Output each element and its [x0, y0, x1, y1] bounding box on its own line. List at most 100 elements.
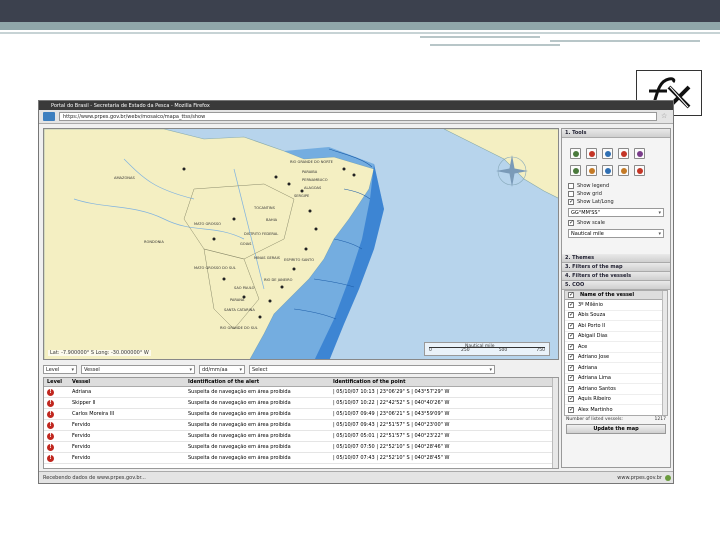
map-option[interactable]: Show legend — [562, 182, 670, 190]
option-label: Show legend — [577, 183, 610, 189]
vessel-list-item[interactable]: Adriano Santos — [565, 384, 667, 395]
status-bar: Recebendo dados de www.prpes.gov.br... w… — [39, 471, 673, 483]
update-map-button[interactable]: Update the map — [566, 424, 666, 434]
cell-vessel: Fervido — [72, 422, 91, 428]
vessel-checkbox[interactable] — [568, 301, 574, 308]
vessel-name: Abi Porto II — [578, 322, 606, 329]
map-tool-icon[interactable] — [586, 165, 597, 176]
vessel-checkbox[interactable] — [568, 395, 574, 403]
select-all-checkbox[interactable] — [568, 291, 574, 298]
section-vessel-filters[interactable]: 4. Filters of the vessels — [562, 272, 670, 281]
vessel-checkbox[interactable] — [568, 322, 574, 329]
col-alert[interactable]: Identification of the alert — [184, 379, 329, 385]
col-vessel[interactable]: Vessel — [68, 379, 184, 385]
cell-vessel: Fervido — [72, 455, 91, 461]
scale-tick: 750 — [536, 348, 545, 353]
vessel-list-scrollbar[interactable] — [662, 291, 667, 415]
cell-alert: Suspeita de navegação em área proibida — [188, 400, 291, 406]
vessel-checkbox[interactable] — [568, 364, 574, 371]
vessel-checkbox[interactable] — [568, 385, 574, 392]
cell-alert: Suspeita de navegação em área proibida — [188, 389, 291, 395]
alert-level-icon: ! — [47, 443, 54, 451]
vessel-name: Abis Souza — [578, 312, 606, 319]
vessel-checkbox[interactable] — [568, 311, 574, 319]
scale-unit-select[interactable]: Nautical mile — [568, 229, 664, 238]
scale-tick: 250 — [460, 348, 470, 353]
show-scale-checkbox[interactable] — [568, 219, 574, 226]
map-tool-icon[interactable] — [634, 148, 645, 159]
vessel-name: Alex Martinho — [578, 406, 613, 413]
vessel-list-item[interactable]: Abi Porto II — [565, 321, 667, 332]
vessel-list-item[interactable]: Abigail Dias — [565, 332, 667, 342]
col-level[interactable]: Level — [44, 379, 68, 385]
map-tool-icon[interactable] — [602, 165, 613, 176]
option-checkbox[interactable] — [568, 191, 574, 197]
vessel-name: Abigail Dias — [578, 333, 608, 340]
alert-level-icon: ! — [47, 432, 54, 440]
table-row[interactable]: ! Fervido Suspeita de navegação em área pr… — [44, 420, 558, 431]
map-view[interactable]: RIO GRANDE DO NORTE PARAIBA PERNAMBUCO A… — [43, 128, 559, 360]
cell-alert: Suspeita de navegação em área proibida — [188, 444, 291, 450]
vessel-checkbox[interactable] — [568, 353, 574, 361]
map-canvas[interactable]: RIO GRANDE DO NORTE PARAIBA PERNAMBUCO A… — [44, 129, 559, 360]
section-themes[interactable]: 2. Themes — [562, 254, 670, 263]
vessel-checkbox[interactable] — [568, 343, 574, 350]
vessel-name: 3º Milênio — [578, 301, 603, 308]
map-tool-icon[interactable] — [618, 148, 629, 159]
option-show-scale[interactable]: Show scale — [562, 219, 670, 227]
option-checkbox[interactable] — [568, 198, 574, 205]
vessel-checkbox[interactable] — [568, 406, 574, 413]
section-coo[interactable]: 5. COO — [562, 281, 670, 290]
vessel-checkbox[interactable] — [568, 374, 574, 382]
map-label: ALAGOAS — [304, 186, 322, 190]
url-input[interactable]: https://www.prpes.gov.br/webv/mosaico/ma… — [59, 112, 657, 121]
vessel-list-item[interactable]: Adriana Lima — [565, 374, 667, 384]
section-tools[interactable]: 1. Tools — [562, 129, 670, 138]
coord-format-select[interactable]: GG°MM'SS" — [568, 208, 664, 217]
vessel-list-item[interactable]: Adriano Jose — [565, 353, 667, 363]
table-row[interactable]: ! Adriana Suspeita de navegação em área pr… — [44, 387, 558, 398]
vessel-count-label: Number of listed vessels: — [566, 417, 623, 422]
map-tool-icon[interactable] — [602, 148, 613, 159]
vessel-list-item[interactable]: Adriana — [565, 363, 667, 374]
vessel-checkbox[interactable] — [568, 332, 574, 340]
vessel-list-item[interactable]: Ace — [565, 342, 667, 353]
map-label: PERNAMBUCO — [302, 178, 328, 182]
table-row[interactable]: ! Skipper II Suspeita de navegação em área… — [44, 398, 558, 409]
vessel-list-item[interactable]: 3º Milênio — [565, 300, 667, 311]
map-option[interactable]: Show Lat/Long — [562, 198, 670, 206]
map-tool-icon[interactable] — [586, 148, 597, 159]
table-row[interactable]: ! Fervido Suspeita de navegação em área pr… — [44, 453, 558, 464]
level-filter-select[interactable]: Level — [43, 364, 77, 374]
cell-alert: Suspeita de navegação em área proibida — [188, 422, 291, 428]
vessel-list-item[interactable]: Alex Martinho — [565, 405, 667, 415]
vessel-filter-select[interactable]: Vessel — [81, 364, 195, 374]
table-scrollbar[interactable] — [552, 378, 558, 468]
table-row[interactable]: ! Fervido Suspeita de navegação em área pr… — [44, 431, 558, 442]
alerts-table: Level Vessel Identification of the alert… — [43, 377, 559, 469]
vessel-count-value: 1217 — [654, 417, 666, 422]
map-label: RIO GRANDE DO NORTE — [290, 160, 334, 164]
vessel-name: Adriana Lima — [578, 375, 611, 382]
alert-level-icon: ! — [47, 399, 54, 407]
cell-point: | 05/10/07 09:49 | 23°06'21" S | 043°59'… — [333, 411, 450, 417]
section-map-filters[interactable]: 3. Filters of the map — [562, 263, 670, 272]
map-tool-icon[interactable] — [570, 148, 581, 159]
tool-grid — [562, 138, 670, 182]
map-tool-icon[interactable] — [634, 165, 645, 176]
map-option[interactable]: Show grid — [562, 190, 670, 198]
map-tool-icon[interactable] — [570, 165, 581, 176]
bookmark-star-icon[interactable]: ☆ — [661, 112, 669, 121]
map-label: BAHIA — [266, 218, 278, 222]
table-row[interactable]: ! Carlos Moreira III Suspeita de navegação… — [44, 409, 558, 420]
table-row[interactable]: ! Fervido Suspeita de navegação em área pr… — [44, 442, 558, 453]
alert-filter-select[interactable]: Select — [249, 364, 495, 374]
option-checkbox[interactable] — [568, 183, 574, 189]
cell-point: | 05/10/07 09:43 | 22°51'57" S | 040°23'… — [333, 422, 450, 428]
vessel-list-item[interactable]: Abis Souza — [565, 311, 667, 321]
map-label: PARAIBA — [302, 170, 318, 174]
date-filter-input[interactable]: dd/mm/aa — [199, 364, 245, 374]
vessel-list-item[interactable]: Aquis Ribeiro — [565, 395, 667, 405]
col-point[interactable]: Identification of the point — [329, 379, 558, 385]
map-tool-icon[interactable] — [618, 165, 629, 176]
